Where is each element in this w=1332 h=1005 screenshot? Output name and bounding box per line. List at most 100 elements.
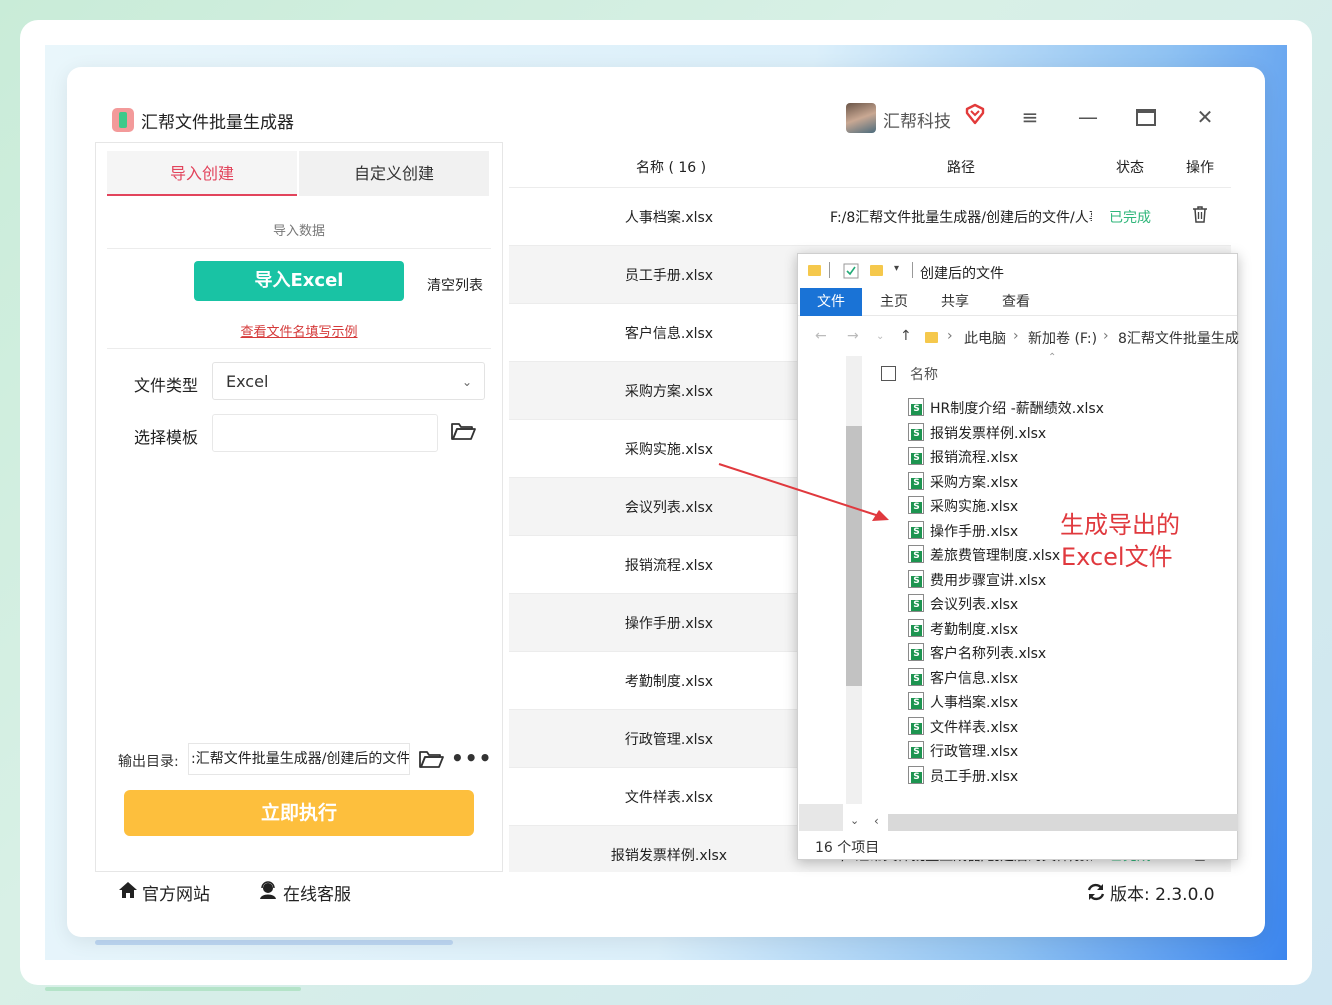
excel-file-icon <box>908 422 924 441</box>
user-avatar[interactable] <box>846 103 876 133</box>
properties-icon[interactable] <box>843 263 859 279</box>
file-name-cell: 文件样表.xlsx <box>624 790 714 806</box>
official-website-link[interactable]: 官方网站 <box>142 880 210 905</box>
breadcrumb-folder[interactable]: 8汇帮文件批量生成 <box>1118 328 1239 348</box>
new-folder-icon[interactable] <box>870 265 883 276</box>
ribbon-tab-home[interactable]: 主页 <box>863 288 925 316</box>
excel-file-icon <box>908 741 924 759</box>
scroll-corner <box>799 804 843 831</box>
file-name: 客户名称列表.xlsx <box>930 646 1047 662</box>
explorer-ribbon: 文件 主页 共享 查看 <box>798 288 1237 316</box>
excel-file-icon <box>908 447 924 465</box>
excel-file-icon <box>908 667 924 686</box>
tab-import-create[interactable]: 导入创建 <box>107 151 297 196</box>
excel-file-icon <box>908 398 924 416</box>
excel-file-icon <box>908 594 924 612</box>
app-window: 汇帮文件批量生成器 汇帮科技 ≡ — ✕ 导入创建 自定义创建 导入数据 导入E… <box>67 67 1265 937</box>
file-name: 行政管理.xlsx <box>930 744 1019 760</box>
excel-file-icon <box>908 520 924 539</box>
folder-open-icon[interactable] <box>418 748 444 770</box>
file-name-cell: 客户信息.xlsx <box>624 326 714 342</box>
template-input[interactable] <box>212 414 438 452</box>
excel-file-icon <box>908 569 924 588</box>
example-link[interactable]: 查看文件名填写示例 <box>96 321 502 340</box>
excel-file-icon <box>908 471 924 490</box>
file-name-cell: 报销发票样例.xlsx <box>610 848 728 864</box>
explorer-title-bar: ▾ 创建后的文件 <box>798 254 1237 288</box>
left-panel: 导入创建 自定义创建 导入数据 导入Excel 清空列表 查看文件名填写示例 文… <box>95 142 503 872</box>
file-name-cell: 操作手册.xlsx <box>624 616 714 632</box>
brand-name[interactable]: 汇帮科技 <box>883 107 951 132</box>
delete-icon[interactable] <box>1191 205 1209 223</box>
file-name: 采购实施.xlsx <box>930 499 1019 515</box>
file-type-select[interactable]: Excel ⌄ <box>212 362 485 400</box>
file-name: 文件样表.xlsx <box>930 719 1019 736</box>
app-logo-icon <box>112 108 134 132</box>
scroll-down-icon[interactable]: ⌄ <box>850 814 859 827</box>
explorer-column-header: ⌃ ⌃ 名称 <box>798 352 1237 390</box>
column-path: 路径 <box>947 160 975 176</box>
chevron-right-icon: › <box>1013 328 1019 344</box>
column-name-header[interactable]: 名称 <box>910 364 938 384</box>
clear-list-button[interactable]: 清空列表 <box>427 275 483 295</box>
table-row[interactable]: 人事档案.xlsx F:/8汇帮文件批量生成器/创建后的文件/人事档案.xlsx 已… <box>509 188 1231 246</box>
ribbon-tab-share[interactable]: 共享 <box>924 288 986 316</box>
online-support-link[interactable]: 在线客服 <box>283 880 351 905</box>
file-name: HR制度介绍 -薪酬绩效.xlsx <box>930 401 1104 417</box>
customer-service-icon[interactable] <box>258 880 278 900</box>
excel-file-icon <box>908 545 924 563</box>
file-name: 差旅费管理制度.xlsx <box>930 548 1061 564</box>
ribbon-tab-file[interactable]: 文件 <box>800 288 862 316</box>
title-bar: 汇帮文件批量生成器 汇帮科技 ≡ — ✕ <box>67 67 1265 142</box>
explorer-status: 16 个项目 <box>815 840 880 856</box>
scroll-left-icon[interactable]: ‹ <box>874 814 879 828</box>
ribbon-tab-view[interactable]: 查看 <box>985 288 1047 316</box>
section-label: 导入数据 <box>272 224 325 239</box>
file-name: 会议列表.xlsx <box>930 597 1019 613</box>
column-status: 状态 <box>1116 160 1144 176</box>
home-icon[interactable] <box>118 880 138 900</box>
folder-open-icon[interactable] <box>450 420 476 442</box>
file-path-cell: F:/8汇帮文件批量生成器/创建后的文件/人事档案.xlsx <box>830 210 1092 226</box>
file-explorer-window: ▾ 创建后的文件 文件 主页 共享 查看 ← → ⌄ ↑ › 此电脑 › 新加卷… <box>797 253 1239 860</box>
import-excel-button[interactable]: 导入Excel <box>194 261 404 301</box>
close-button[interactable]: ✕ <box>1193 105 1217 129</box>
explorer-address-bar: ← → ⌄ ↑ › 此电脑 › 新加卷 (F:) › 8汇帮文件批量生成 <box>798 316 1239 356</box>
horizontal-scrollbar[interactable] <box>888 814 1238 831</box>
file-name-cell: 考勤制度.xlsx <box>624 674 714 690</box>
column-op: 操作 <box>1186 160 1214 176</box>
chevron-right-icon: › <box>947 328 953 344</box>
forward-arrow-icon[interactable]: → <box>847 328 859 344</box>
divider <box>912 262 913 278</box>
annotation-line2: Excel文件 <box>1061 543 1173 571</box>
app-title: 汇帮文件批量生成器 <box>141 113 294 133</box>
output-path-field[interactable]: :汇帮文件批量生成器/创建后的文件 <box>188 743 410 775</box>
annotation-arrow <box>718 463 889 521</box>
minimize-button[interactable]: — <box>1076 105 1100 129</box>
excel-file-icon <box>908 692 924 710</box>
more-icon[interactable]: ••• <box>451 746 492 770</box>
history-dropdown-icon[interactable]: ⌄ <box>876 331 884 342</box>
menu-button[interactable]: ≡ <box>1018 105 1042 129</box>
file-name-cell: 员工手册.xlsx <box>624 268 714 284</box>
maximize-button[interactable] <box>1135 108 1157 128</box>
annotation-line1: 生成导出的 <box>1060 511 1180 539</box>
table-header: 名称 ( 16 ) 路径 状态 操作 <box>509 142 1231 188</box>
file-name: 报销流程.xlsx <box>930 450 1019 466</box>
quick-access-dropdown-icon[interactable]: ▾ <box>894 263 899 274</box>
file-name-cell: 采购实施.xlsx <box>624 442 714 458</box>
back-arrow-icon[interactable]: ← <box>815 328 827 344</box>
up-arrow-icon[interactable]: ↑ <box>900 328 912 344</box>
excel-file-icon <box>908 618 924 637</box>
tab-custom-create[interactable]: 自定义创建 <box>299 151 489 196</box>
vip-diamond-icon[interactable] <box>964 103 986 125</box>
folder-icon <box>925 332 938 343</box>
breadcrumb-drive[interactable]: 新加卷 (F:) <box>1028 328 1097 348</box>
file-name-cell: 行政管理.xlsx <box>624 732 714 748</box>
refresh-icon[interactable] <box>1086 882 1106 902</box>
select-all-checkbox[interactable] <box>881 366 896 381</box>
run-button[interactable]: 立即执行 <box>124 790 474 836</box>
decor-line <box>95 940 453 945</box>
breadcrumb-this-pc[interactable]: 此电脑 <box>964 328 1006 348</box>
excel-file-icon <box>908 643 924 661</box>
